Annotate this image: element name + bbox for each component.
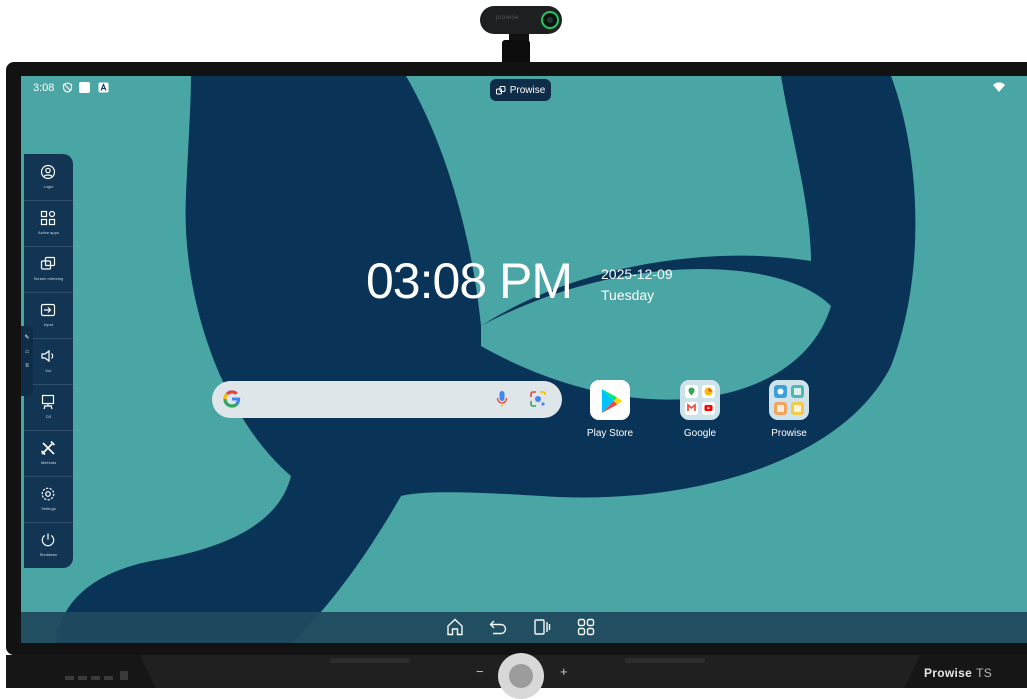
bezel-brand-name: Prowise (924, 666, 973, 680)
webcam-brand: prowise (496, 15, 519, 21)
sidebar-item-label: Settings (41, 506, 56, 511)
screen-mirroring-icon (40, 256, 56, 270)
navigation-bar (21, 612, 1027, 643)
sidebar-item-label: Input (44, 322, 53, 327)
input-icon (40, 303, 56, 317)
app-label: Google (683, 428, 717, 439)
sidebar-item-active-apps[interactable]: Active apps (24, 200, 73, 247)
clock-time: 03:08 PM (366, 253, 573, 309)
app-play-store[interactable]: Play Store (570, 380, 650, 439)
webcam-mount (502, 40, 530, 64)
clock-date: 2025-12-09 (601, 266, 673, 282)
google-search-bar[interactable] (212, 381, 562, 418)
power-icon (41, 533, 55, 547)
sidebar-item-methods[interactable]: Methods (24, 430, 73, 477)
wallpaper (56, 76, 916, 643)
pen-icon: ✎ (24, 335, 30, 341)
sidebar-item-label: Active apps (38, 230, 59, 235)
microphone-icon[interactable] (495, 390, 509, 408)
clock-day: Tuesday (601, 287, 655, 303)
sidebar-handle[interactable]: ✎ ⌂ ≡ (21, 326, 33, 396)
volume-down-button[interactable]: − (476, 664, 484, 679)
app-label: Play Store (586, 428, 634, 439)
app-label: Prowise (771, 428, 807, 439)
settings-icon (41, 487, 55, 501)
sidebar-item-settings[interactable]: Settings (24, 476, 73, 523)
sidebar-item-label: Shutdown (39, 552, 58, 557)
google-g-icon[interactable] (221, 388, 243, 410)
sidebar-item-shutdown[interactable]: Shutdown (24, 522, 73, 568)
google-lens-icon[interactable] (529, 390, 547, 408)
sidebar-item-label: Login (43, 184, 54, 189)
link-icon (495, 85, 506, 94)
webcam-lens (541, 11, 559, 29)
bezel-brand: Prowise TS (924, 666, 992, 680)
home-icon[interactable] (445, 617, 465, 637)
wifi-icon (993, 82, 1005, 92)
speaker-grille-right (625, 658, 705, 663)
prowise-badge[interactable]: Prowise (490, 79, 551, 101)
presenter-icon (41, 394, 55, 410)
sidebar-item-screen-mirroring[interactable]: Screen mirroring (24, 246, 73, 293)
menu-small-icon: ≡ (25, 363, 29, 369)
app-drawer-icon[interactable] (576, 617, 596, 637)
front-ports[interactable] (65, 668, 135, 680)
volume-up-button[interactable]: + (560, 664, 568, 679)
display-screen: 3:08 Prowise Login Active apps Screen mi… (21, 76, 1027, 643)
sidebar-item-login[interactable]: Login (24, 154, 73, 201)
control-knob[interactable] (498, 653, 544, 699)
volume-icon (41, 349, 54, 363)
sidebar-item-label: Methods (40, 460, 57, 465)
play-store-icon (590, 380, 630, 420)
recent-apps-icon[interactable] (532, 617, 552, 637)
keyboard-a-icon (98, 82, 109, 93)
sidebar-item-label: Screen mirroring (33, 276, 64, 281)
home-small-icon: ⌂ (25, 349, 29, 355)
notification-square-icon (79, 82, 90, 93)
prowise-folder-icon (769, 380, 809, 420)
user-circle-icon (40, 164, 56, 180)
tools-icon (40, 440, 56, 456)
prowise-badge-label: Prowise (509, 84, 546, 96)
google-folder-icon (680, 380, 720, 420)
active-apps-icon (40, 210, 56, 226)
back-icon[interactable] (488, 617, 508, 637)
speaker-grille-left (330, 658, 410, 663)
bezel-model: TS (976, 666, 993, 680)
app-prowise-folder[interactable]: Prowise (749, 380, 829, 439)
shield-icon (62, 82, 73, 93)
status-time: 3:08 (33, 82, 55, 94)
app-google-folder[interactable]: Google (660, 380, 740, 439)
sidebar-item-label: D3 (45, 414, 52, 419)
